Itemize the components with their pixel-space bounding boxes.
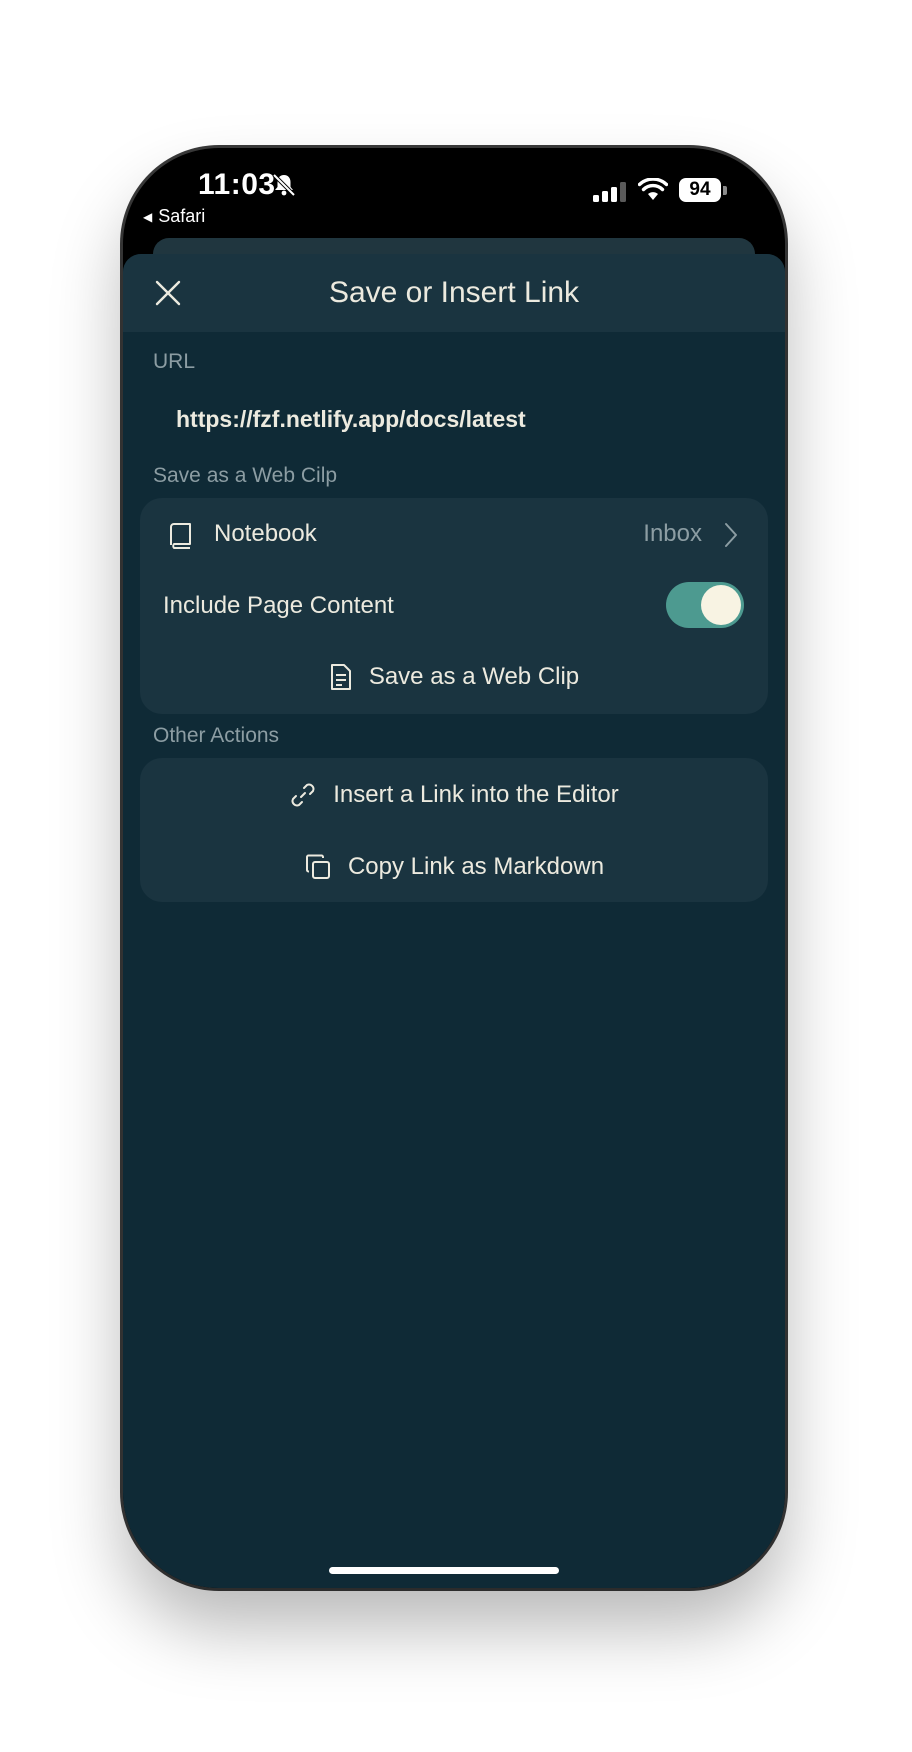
insert-link-label: Insert a Link into the Editor (333, 781, 619, 808)
wifi-icon (638, 178, 668, 200)
back-arrow-icon: ◀ (143, 209, 153, 224)
url-value[interactable]: https://fzf.netlify.app/docs/latest (176, 406, 526, 433)
web-clip-group: Notebook Inbox Include Page Content Save… (140, 498, 768, 714)
copy-link-markdown-label: Copy Link as Markdown (347, 853, 605, 880)
battery-nub (723, 186, 727, 195)
document-icon (330, 664, 351, 690)
web-clip-section-label: Save as a Web Cilp (153, 464, 338, 487)
back-to-safari-button[interactable]: ◀ Safari (143, 206, 205, 227)
url-section-label: URL (153, 350, 196, 373)
notebook-label: Notebook (214, 520, 317, 547)
cellular-signal-icon (593, 182, 626, 202)
notebook-value: Inbox (643, 520, 702, 547)
copy-link-markdown-button[interactable]: Copy Link as Markdown (140, 834, 768, 900)
save-link-sheet: Save or Insert Link URL https://fzf.netl… (123, 254, 785, 1588)
back-app-label: Safari (158, 206, 206, 226)
other-actions-section-label: Other Actions (153, 724, 280, 747)
link-icon (291, 783, 315, 807)
screen: 11:03 ◀ Safari 94 Save or Insert Link UR… (0, 0, 912, 1752)
bell-slash-icon (272, 173, 296, 197)
toggle-knob (701, 585, 741, 625)
include-page-content-label: Include Page Content (163, 592, 394, 619)
home-indicator[interactable] (329, 1567, 559, 1574)
sheet-header: Save or Insert Link (123, 254, 785, 332)
sheet-title: Save or Insert Link (328, 276, 580, 309)
include-page-content-row: Include Page Content (140, 572, 768, 638)
status-time: 11:03 (198, 168, 276, 201)
book-icon (170, 523, 191, 549)
phone-frame: 11:03 ◀ Safari 94 Save or Insert Link UR… (123, 148, 785, 1588)
save-as-web-clip-label: Save as a Web Clip (368, 663, 580, 690)
notebook-row[interactable]: Notebook Inbox (140, 500, 768, 566)
chevron-right-icon (725, 523, 737, 547)
include-page-content-toggle[interactable] (666, 582, 744, 628)
battery-level: 94 (689, 179, 711, 200)
other-actions-group: Insert a Link into the Editor Copy Link … (140, 758, 768, 902)
insert-link-button[interactable]: Insert a Link into the Editor (140, 762, 768, 828)
copy-icon (305, 854, 330, 879)
battery-icon: 94 (679, 178, 721, 202)
save-as-web-clip-button[interactable]: Save as a Web Clip (140, 644, 768, 710)
